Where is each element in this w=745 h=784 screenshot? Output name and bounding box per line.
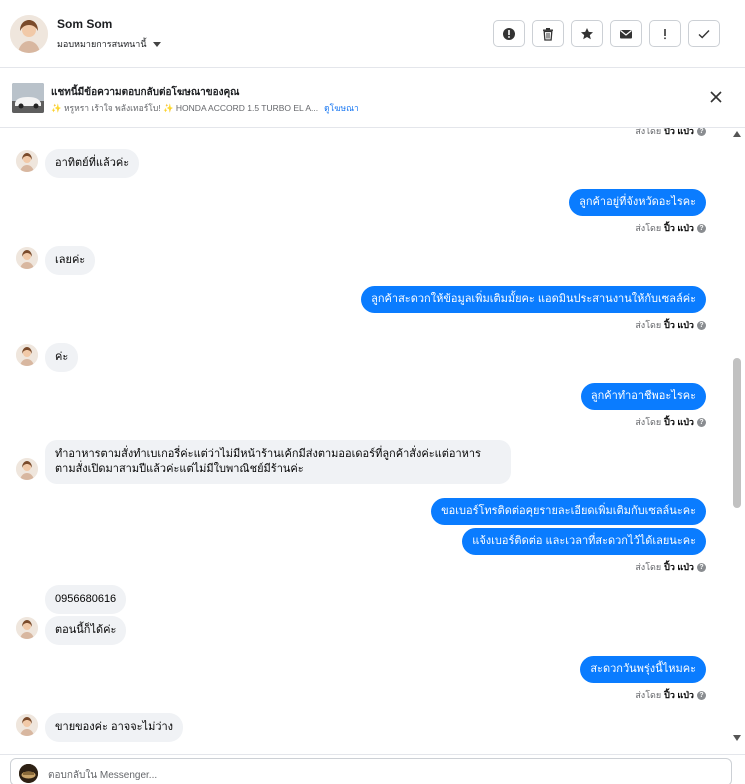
header-actions xyxy=(493,20,720,47)
outgoing-message[interactable]: ลูกค้าทำอาชีพอะไรคะ xyxy=(580,383,706,410)
outgoing-message[interactable]: ลูกค้าอยู่ที่จังหวัดอะไรคะ xyxy=(569,189,706,216)
mark-unread-icon xyxy=(620,29,632,38)
contact-avatar-small xyxy=(16,247,38,269)
caret-down-icon xyxy=(152,41,161,47)
ad-text: ✨ หรูหรา เร้าใจ พลังเทอร์โบ! ✨ HONDA ACC… xyxy=(51,103,319,113)
done-icon xyxy=(698,29,710,38)
help-icon[interactable]: ? xyxy=(697,223,706,233)
conversation-header: Som Som มอบหมายการสนทนานี้ xyxy=(0,0,745,68)
scrollbar-thumb[interactable] xyxy=(733,358,741,508)
done-button[interactable] xyxy=(688,20,720,47)
contact-avatar-small xyxy=(16,714,38,736)
sent-by-label: ส่งโดย ปิ้ว แป่ว ? xyxy=(635,688,706,702)
contact-name: Som Som xyxy=(57,17,113,31)
banner-subtitle: ✨ หรูหรา เร้าใจ พลังเทอร์โบ! ✨ HONDA ACC… xyxy=(51,101,359,115)
help-icon[interactable]: ? xyxy=(697,320,706,330)
follow-up-button[interactable] xyxy=(649,20,681,47)
incoming-message[interactable]: ตอนนี้ก็ได้ค่ะ xyxy=(45,616,127,645)
mark-unread-button[interactable] xyxy=(610,20,642,47)
contact-avatar-small xyxy=(16,150,38,172)
sent-by-label: ส่งโดย ปิ้ว แป่ว ? xyxy=(635,128,706,138)
help-icon[interactable]: ? xyxy=(697,562,706,572)
help-icon[interactable]: ? xyxy=(697,128,706,136)
banner-title: แชทนี้มีข้อความตอบกลับต่อโฆษณาของคุณ xyxy=(51,87,240,98)
outgoing-message[interactable]: สะดวกวันพรุ่งนี้ไหมคะ xyxy=(580,656,706,683)
sent-by-label: ส่งโดย ปิ้ว แป่ว ? xyxy=(635,560,706,574)
outgoing-message[interactable]: ลูกค้าสะดวกให้ข้อมูลเพิ่มเติมมั้ยคะ แอดม… xyxy=(361,286,706,313)
sent-by-label: ส่งโดย ปิ้ว แป่ว ? xyxy=(635,415,706,429)
contact-avatar-small xyxy=(16,617,38,639)
view-ad-link[interactable]: ดูโฆษณา xyxy=(324,101,359,115)
ad-thumbnail[interactable] xyxy=(12,83,44,113)
delete-icon xyxy=(543,27,553,41)
incoming-message[interactable]: อาทิตย์ที่แล้วค่ะ xyxy=(45,149,140,178)
follow-up-icon xyxy=(664,28,666,39)
delete-button[interactable] xyxy=(532,20,564,47)
scroll-down-arrow-icon[interactable] xyxy=(733,735,741,741)
reply-input[interactable]: ตอบกลับใน Messenger... xyxy=(10,758,732,784)
incoming-message[interactable]: 0956680616 xyxy=(45,585,127,614)
incoming-message[interactable]: ค่ะ xyxy=(45,343,79,372)
mark-spam-button[interactable] xyxy=(493,20,525,47)
assign-conversation-dropdown[interactable]: มอบหมายการสนทนานี้ xyxy=(57,37,161,51)
outgoing-message[interactable]: ขอเบอร์โทรติดต่อคุยรายละเอียดเพิ่มเติมกั… xyxy=(431,498,706,525)
star-icon xyxy=(581,27,593,39)
reply-composer: ตอบกลับใน Messenger... xyxy=(0,754,745,784)
star-button[interactable] xyxy=(571,20,603,47)
message-thread[interactable]: ส่งโดย ปิ้ว แป่ว ? อาทิตย์ที่แล้วค่ะ ลูก… xyxy=(0,128,730,750)
scroll-up-arrow-icon[interactable] xyxy=(733,131,741,137)
reply-placeholder: ตอบกลับใน Messenger... xyxy=(48,770,158,781)
incoming-message[interactable]: เลยค่ะ xyxy=(45,246,96,275)
contact-avatar-small xyxy=(16,344,38,366)
incoming-message[interactable]: ทำอาหารตามสั่งทำเบเกอรี่ค่ะแต่ว่าไม่มีหน… xyxy=(45,440,511,484)
page-avatar xyxy=(19,764,38,783)
help-icon[interactable]: ? xyxy=(697,417,706,427)
help-icon[interactable]: ? xyxy=(697,690,706,700)
ad-reply-banner: แชทนี้มีข้อความตอบกลับต่อโฆษณาของคุณ ✨ ห… xyxy=(0,68,745,128)
contact-avatar[interactable] xyxy=(10,15,48,53)
close-icon[interactable] xyxy=(709,90,723,104)
incoming-message[interactable]: ขายของค่ะ อาจจะไม่ว่าง xyxy=(45,713,184,742)
assign-label: มอบหมายการสนทนานี้ xyxy=(57,39,147,49)
mark-spam-icon xyxy=(503,27,515,40)
outgoing-message[interactable]: แจ้งเบอร์ติดต่อ และเวลาที่สะดวกไว้ได้เลย… xyxy=(462,528,706,555)
contact-avatar-small xyxy=(16,458,38,480)
sent-by-label: ส่งโดย ปิ้ว แป่ว ? xyxy=(635,318,706,332)
sent-by-label: ส่งโดย ปิ้ว แป่ว ? xyxy=(635,221,706,235)
